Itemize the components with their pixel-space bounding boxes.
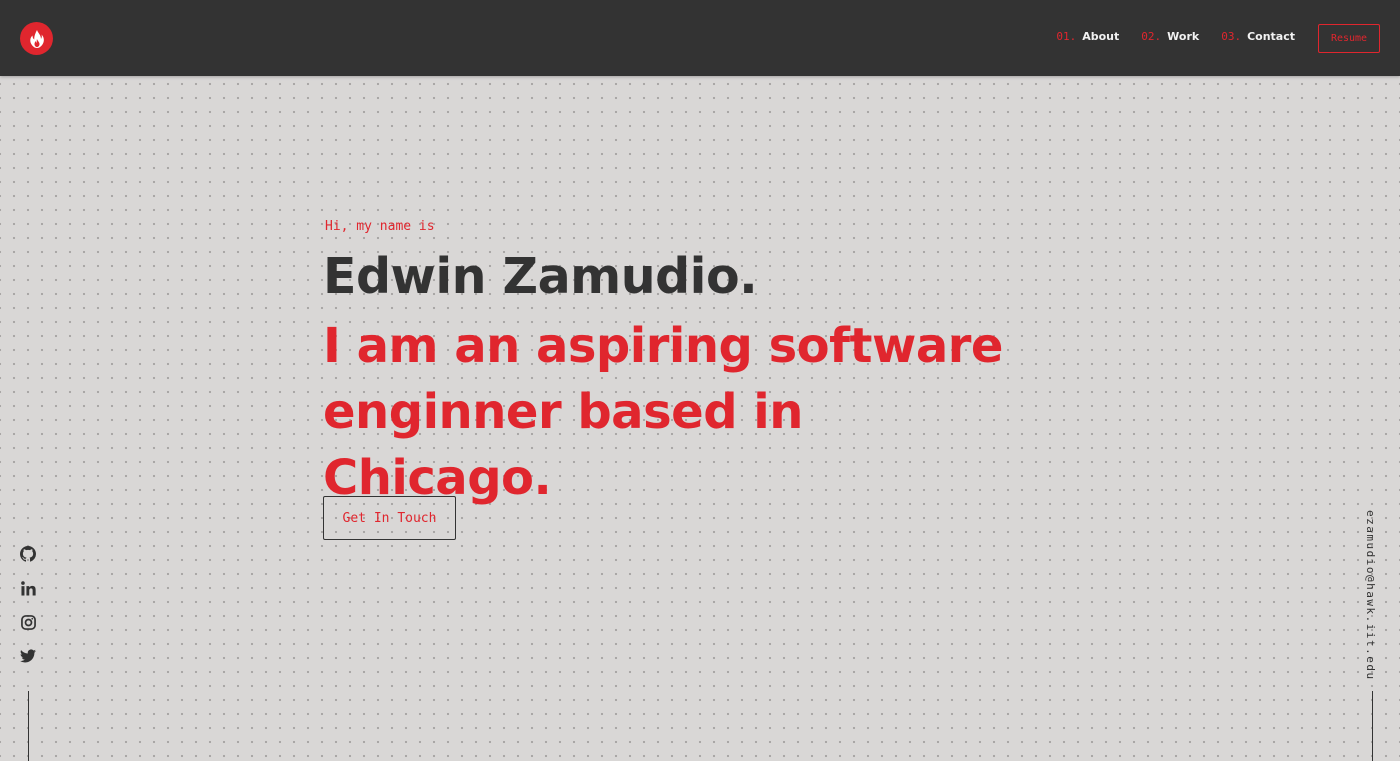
twitter-icon[interactable]	[19, 647, 37, 665]
nav-number: 03.	[1221, 30, 1242, 43]
nav-label: About	[1082, 30, 1120, 43]
github-icon[interactable]	[19, 545, 37, 563]
hero-section: Hi, my name is Edwin Zamudio. I am an as…	[323, 219, 1023, 511]
nav-link-contact[interactable]: 03. Contact	[1221, 30, 1295, 43]
navbar: 01. About 02. Work 03. Contact Resume	[0, 0, 1400, 76]
nav-number: 01.	[1056, 30, 1077, 43]
left-vertical-line	[28, 691, 29, 761]
nav-label: Contact	[1247, 30, 1295, 43]
social-links	[19, 545, 37, 665]
hero-tagline: I am an aspiring software enginner based…	[323, 318, 1003, 506]
nav-links: 01. About 02. Work 03. Contact	[1056, 30, 1295, 43]
greeting-text: Hi, my name is	[325, 219, 435, 234]
get-in-touch-button[interactable]: Get In Touch	[323, 496, 456, 540]
nav-label: Work	[1167, 30, 1200, 43]
nav-link-about[interactable]: 01. About	[1056, 30, 1119, 43]
nav-link-work[interactable]: 02. Work	[1141, 30, 1199, 43]
email-link[interactable]: ezamudio@hawk.iit.edu	[1364, 510, 1377, 681]
nav-number: 02.	[1141, 30, 1162, 43]
hero-name: Edwin Zamudio.	[323, 248, 758, 305]
right-vertical-line	[1372, 691, 1373, 761]
instagram-icon[interactable]	[19, 613, 37, 631]
flame-logo-icon[interactable]	[20, 22, 53, 55]
resume-button[interactable]: Resume	[1318, 24, 1380, 53]
linkedin-icon[interactable]	[19, 579, 37, 597]
